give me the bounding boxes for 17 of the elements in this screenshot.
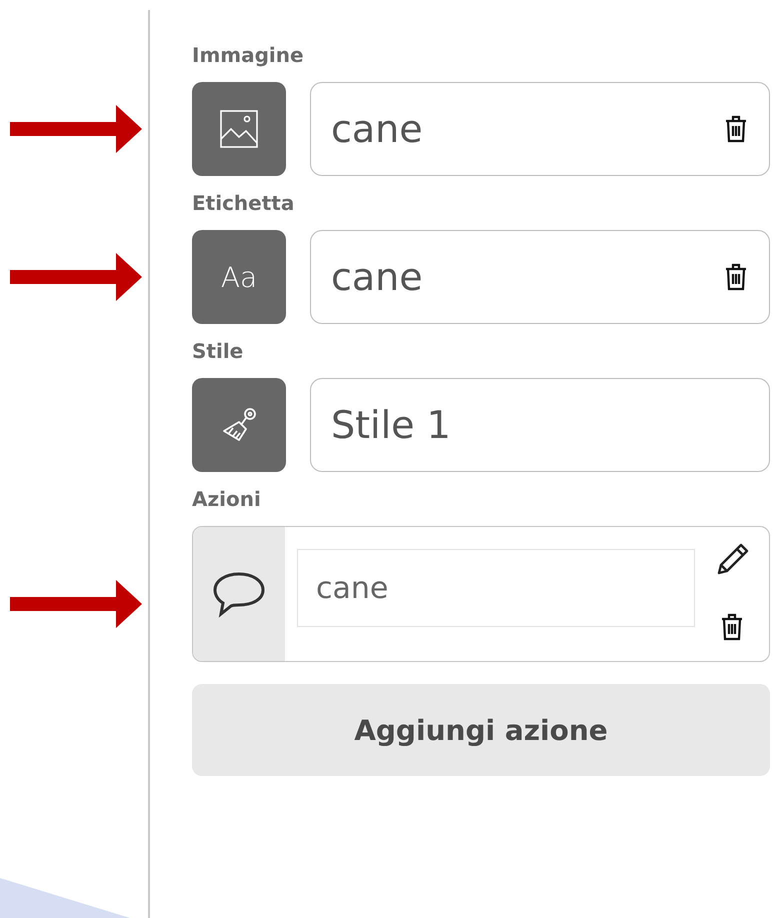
input-field[interactable]: Stile 1 [310, 378, 770, 472]
brush-type-icon[interactable] [192, 378, 286, 472]
field-label: Etichetta [192, 190, 296, 217]
field-label: Stile [192, 338, 244, 365]
trash-icon[interactable] [725, 263, 747, 291]
action-input-field[interactable]: cane [297, 549, 695, 627]
text-type-icon[interactable]: Aa [192, 230, 286, 324]
input-field[interactable]: cane [310, 82, 770, 176]
field-label: Azioni [192, 486, 262, 513]
field-label: Immagine [192, 42, 305, 69]
input-field[interactable]: cane [310, 230, 770, 324]
trash-icon[interactable] [721, 613, 743, 641]
speech-bubble-icon [213, 570, 265, 618]
trash-icon[interactable] [725, 115, 747, 143]
add-action-button[interactable]: Aggiungi azione [192, 684, 770, 776]
pencil-icon[interactable] [715, 543, 749, 577]
image-type-icon[interactable] [192, 82, 286, 176]
